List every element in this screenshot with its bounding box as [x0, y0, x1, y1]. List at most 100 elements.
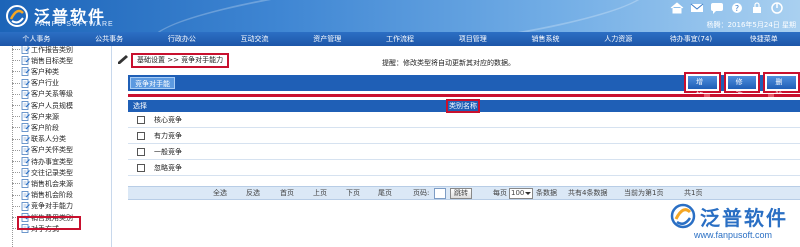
sidebar-item[interactable]: 销售机会阶段 — [12, 190, 73, 201]
tree-branch — [12, 93, 20, 95]
nav-todo[interactable]: 待办事宜(74) — [655, 32, 728, 46]
per-page-select[interactable]: 100 — [509, 188, 533, 199]
document-icon — [21, 112, 30, 122]
table-body: 核心竞争 有力竞争 一般竞争 忽略竞争 — [128, 112, 800, 176]
tree-branch — [12, 71, 20, 73]
sidebar-item[interactable]: 竞争对手能力 — [12, 201, 73, 212]
table-row[interactable]: 核心竞争 — [128, 112, 800, 128]
total-records: 共有4条数据 — [568, 189, 608, 197]
invert-selection-link[interactable]: 反选 — [246, 187, 260, 200]
tree-branch — [12, 161, 20, 162]
table-row[interactable]: 有力竞争 — [128, 128, 800, 144]
nav-projects[interactable]: 项目管理 — [436, 32, 509, 46]
sidebar-item[interactable]: 交往记录类型 — [12, 167, 73, 178]
tab-competitor-ability[interactable]: 竞争对手能 — [130, 77, 175, 89]
current-page: 当前为第1页 — [624, 189, 664, 197]
sidebar-item[interactable]: 客户关怀类型 — [12, 145, 73, 156]
next-page-link[interactable]: 下页 — [346, 187, 360, 200]
prev-page-link[interactable]: 上页 — [313, 187, 327, 200]
category-name-cell: 核心竞争 — [154, 116, 182, 124]
nav-workflow[interactable]: 工作流程 — [364, 32, 437, 46]
delete-button[interactable]: 删除 — [763, 72, 800, 99]
breadcrumb: 基础设置 >> 竞争对手能力 — [131, 53, 230, 68]
document-icon — [21, 78, 30, 88]
sidebar-item[interactable]: 销售机会来源 — [12, 178, 73, 189]
document-icon — [21, 101, 30, 110]
watermark-cn-text: 泛普软件 — [700, 206, 788, 230]
nav-personal[interactable]: 个人事务 — [0, 32, 73, 46]
table-row[interactable]: 忽略竞争 — [128, 160, 800, 176]
tree-branch — [12, 183, 20, 185]
document-icon — [21, 157, 30, 166]
nav-shortcuts[interactable]: 快捷菜单 — [727, 32, 800, 46]
sidebar-item-label: 销售机会来源 — [31, 179, 73, 188]
sidebar-item[interactable]: 客户关系等级 — [12, 89, 73, 100]
sidebar-item-label: 客户来源 — [31, 112, 59, 121]
tree-branch — [12, 172, 20, 174]
document-icon — [21, 179, 30, 189]
add-button[interactable]: 增加 — [684, 72, 721, 99]
page-number-input[interactable] — [434, 188, 446, 199]
jump-button[interactable]: 跳转 — [450, 188, 472, 199]
sidebar-tree: 工作报告类别 销售目标类型 客户种类 客户行业 客户关系等级 客户人员规模 客户来源客户阶段… — [0, 46, 112, 247]
nav-interaction[interactable]: 互动交流 — [218, 32, 291, 46]
nav-hr[interactable]: 人力资源 — [582, 32, 655, 46]
tree-branch — [12, 127, 20, 129]
select-all-link[interactable]: 全选 — [213, 187, 227, 200]
category-name-cell: 有力竞争 — [154, 132, 182, 140]
tree-branch — [12, 205, 20, 207]
nav-assets[interactable]: 资产管理 — [291, 32, 364, 46]
sidebar-item[interactable]: 客户人员规模 — [12, 100, 73, 111]
sidebar-item[interactable]: 客户种类 — [12, 66, 59, 77]
home-icon[interactable] — [670, 2, 684, 14]
toolbar: 竞争对手能 增加 修改 删除 — [128, 72, 800, 99]
row-checkbox[interactable] — [137, 148, 145, 156]
sidebar-item[interactable]: 工作报告类别 — [12, 46, 73, 55]
sidebar-item[interactable]: 客户阶段 — [12, 122, 59, 133]
svg-text:?: ? — [735, 4, 739, 13]
help-icon[interactable]: ? — [730, 2, 744, 14]
sidebar-item-label: 销售目标类型 — [31, 56, 73, 65]
tree-branch — [12, 194, 20, 196]
sidebar-item-label: 客户阶段 — [31, 123, 59, 132]
row-checkbox[interactable] — [137, 164, 145, 172]
document-icon — [21, 56, 30, 66]
breadcrumb-row: 基础设置 >> 竞争对手能力 提醒：修改类型将自动更新其对应的数据。 — [112, 50, 800, 70]
sidebar-item[interactable]: 待办事宜类型 — [12, 156, 73, 167]
lock-icon[interactable] — [750, 2, 764, 14]
sidebar-item-label: 交往记录类型 — [31, 168, 73, 177]
exit-icon[interactable] — [770, 2, 784, 14]
document-icon — [21, 89, 30, 99]
sidebar-item[interactable]: 销售目标类型 — [12, 55, 73, 66]
chevron-down-icon — [525, 192, 531, 198]
column-category-name[interactable]: 类别名称 — [446, 99, 480, 113]
row-checkbox[interactable] — [137, 132, 145, 140]
logo: 泛普软件 FANPU SOFTWARE — [6, 3, 176, 31]
action-buttons: 增加 修改 删除 — [684, 72, 800, 99]
nav-office[interactable]: 行政办公 — [145, 32, 218, 46]
row-checkbox[interactable] — [137, 116, 145, 124]
tree-branch — [12, 82, 20, 84]
document-icon — [21, 123, 30, 133]
category-name-cell: 忽略竞争 — [154, 164, 182, 172]
message-icon[interactable] — [710, 2, 724, 14]
last-page-link[interactable]: 尾页 — [378, 187, 392, 200]
sidebar-item[interactable]: 客户行业 — [12, 78, 59, 89]
separator-mark — [768, 94, 774, 97]
nav-public[interactable]: 公共事务 — [73, 32, 146, 46]
tree-branch — [12, 60, 20, 62]
sidebar-item-label: 工作报告类别 — [31, 46, 73, 54]
document-icon — [21, 168, 30, 178]
edit-button[interactable]: 修改 — [723, 72, 761, 99]
per-page-value: 100 — [511, 189, 525, 197]
sidebar-item[interactable]: 联系人分类 — [12, 134, 66, 145]
pagination-bar: 全选 反选 首页 上页 下页 尾页 页码: 跳转 每页 100 条数据 共有4条… — [128, 186, 800, 200]
mail-icon[interactable] — [690, 2, 704, 14]
first-page-link[interactable]: 首页 — [280, 187, 294, 200]
table-row[interactable]: 一般竞争 — [128, 144, 800, 160]
main-content: 基础设置 >> 竞争对手能力 提醒：修改类型将自动更新其对应的数据。 竞争对手能… — [112, 46, 800, 247]
watermark-url: www.fanpusoft.com — [694, 230, 773, 240]
nav-sales[interactable]: 销售系统 — [509, 32, 582, 46]
sidebar-item[interactable]: 客户来源 — [12, 111, 59, 122]
sidebar-item-label: 客户关系等级 — [31, 90, 73, 99]
